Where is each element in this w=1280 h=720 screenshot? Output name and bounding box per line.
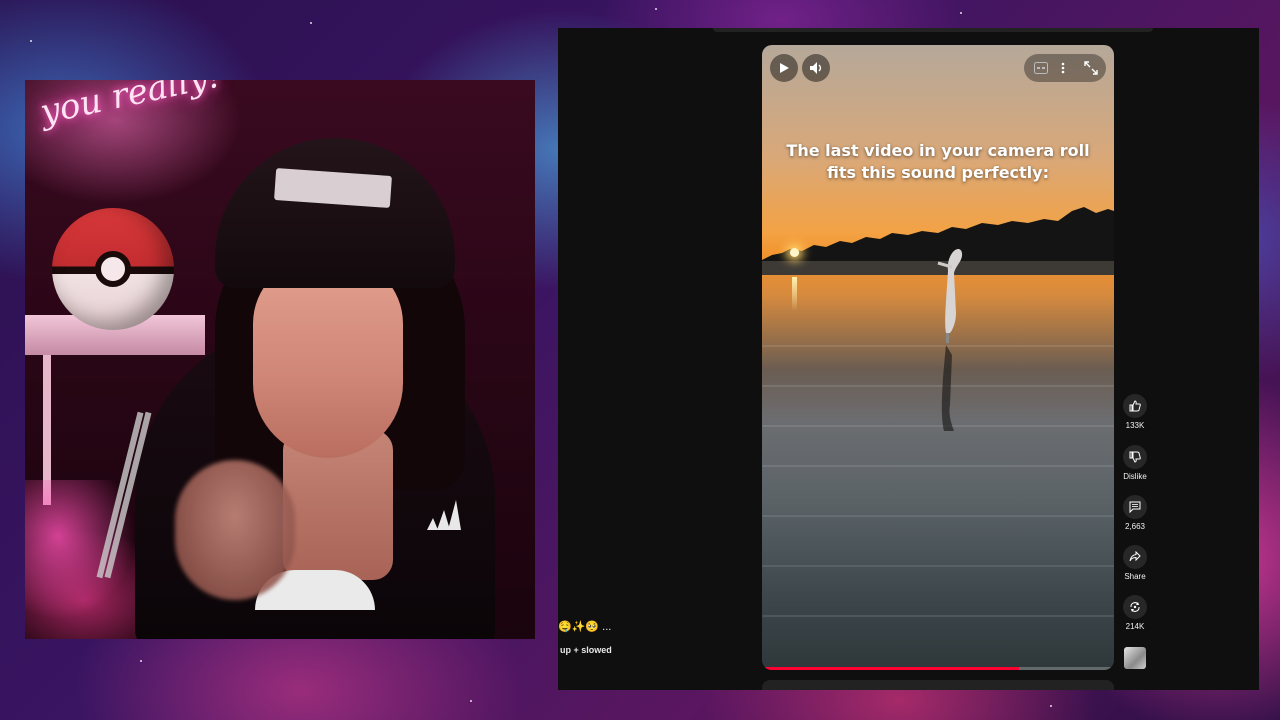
thumbs-up-icon bbox=[1129, 400, 1141, 412]
share-label: Share bbox=[1124, 572, 1146, 581]
remix-button[interactable]: 214K bbox=[1118, 595, 1152, 631]
three-stripes-logo bbox=[427, 500, 461, 530]
figure-reflection bbox=[941, 345, 954, 431]
like-count: 133K bbox=[1125, 421, 1145, 430]
caption-line2: fits this sound perfectly: bbox=[827, 163, 1049, 182]
remix-icon bbox=[1130, 602, 1140, 612]
sound-title[interactable]: up + slowed bbox=[560, 645, 612, 655]
volume-button[interactable] bbox=[802, 54, 830, 82]
water-ripple bbox=[762, 465, 1114, 467]
top-bar-edge bbox=[713, 28, 1153, 32]
play-button[interactable] bbox=[770, 54, 798, 82]
dislike-button[interactable]: Dislike bbox=[1118, 445, 1152, 481]
captions-icon[interactable] bbox=[1034, 62, 1048, 74]
star bbox=[140, 660, 142, 662]
water-ripple bbox=[762, 565, 1114, 567]
remix-count: 214K bbox=[1125, 622, 1145, 631]
water-ripple bbox=[762, 615, 1114, 617]
progress-fill bbox=[762, 667, 1019, 670]
volume-icon bbox=[810, 62, 822, 74]
star bbox=[1050, 705, 1052, 707]
streamer-hand bbox=[175, 460, 295, 600]
dancer-figure bbox=[937, 249, 963, 343]
thumbs-down-icon bbox=[1129, 451, 1141, 463]
like-button[interactable]: 133K bbox=[1118, 394, 1152, 430]
sun bbox=[790, 248, 799, 257]
comment-count: 2,663 bbox=[1124, 522, 1146, 531]
fullscreen-icon[interactable] bbox=[1084, 61, 1098, 75]
comment-icon bbox=[1129, 501, 1141, 513]
video-caption: The last video in your camera roll fits … bbox=[762, 140, 1114, 184]
caption-line1: The last video in your camera roll bbox=[786, 141, 1090, 160]
shorts-panel: The last video in your camera roll fits … bbox=[558, 28, 1259, 690]
top-right-controls bbox=[1024, 54, 1106, 82]
video-player[interactable]: The last video in your camera roll fits … bbox=[762, 45, 1114, 670]
star bbox=[30, 40, 32, 42]
more-vert-icon[interactable] bbox=[1061, 62, 1065, 74]
next-video-peek[interactable] bbox=[762, 680, 1114, 690]
neon-sign: you really! bbox=[36, 80, 225, 133]
water-ripple bbox=[762, 515, 1114, 517]
star bbox=[960, 12, 962, 14]
star bbox=[310, 22, 312, 24]
star bbox=[655, 8, 657, 10]
webcam-feed: you really! bbox=[25, 80, 535, 639]
description-emojis: 🤤✨🥺 ... bbox=[558, 621, 612, 633]
sun-reflection bbox=[792, 277, 797, 311]
share-icon bbox=[1129, 551, 1141, 562]
play-icon bbox=[780, 63, 789, 73]
pokeball-plush bbox=[52, 208, 174, 330]
streamer-face bbox=[253, 258, 403, 458]
dislike-label: Dislike bbox=[1123, 472, 1147, 481]
beanie bbox=[215, 138, 455, 288]
star bbox=[470, 700, 472, 702]
share-button[interactable]: Share bbox=[1118, 545, 1152, 581]
sound-thumbnail[interactable] bbox=[1118, 647, 1152, 669]
sound-thumbnail-image bbox=[1124, 647, 1146, 669]
comments-button[interactable]: 2,663 bbox=[1118, 495, 1152, 531]
